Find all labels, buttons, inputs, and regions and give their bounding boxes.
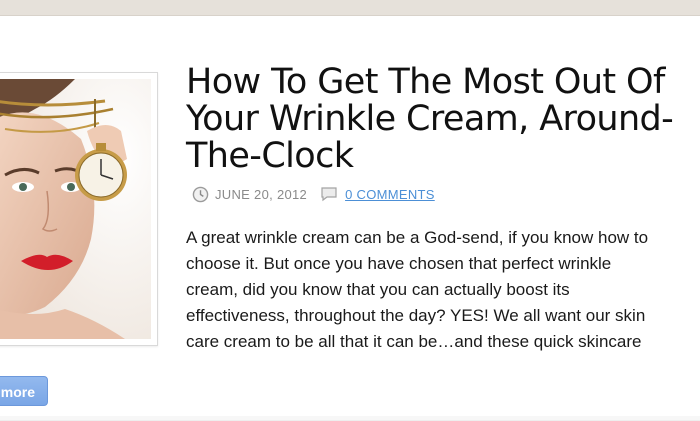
top-bar xyxy=(0,0,700,16)
post-date: JUNE 20, 2012 xyxy=(215,186,308,202)
post-thumbnail[interactable] xyxy=(0,72,158,346)
clock-icon xyxy=(192,186,209,202)
comment-bubble-icon xyxy=(321,187,337,202)
blog-post: How To Get The Most Out Of Your Wrinkle … xyxy=(0,16,700,421)
read-more-button[interactable]: more xyxy=(0,376,48,406)
comments-link[interactable]: 0 COMMENTS xyxy=(345,187,435,202)
post-meta: JUNE 20, 2012 0 COMMENTS xyxy=(192,184,435,204)
woman-with-pocket-watch-photo xyxy=(0,79,151,339)
post-excerpt: A great wrinkle cream can be a God-send,… xyxy=(186,228,649,351)
post-title[interactable]: How To Get The Most Out Of Your Wrinkle … xyxy=(186,64,686,175)
